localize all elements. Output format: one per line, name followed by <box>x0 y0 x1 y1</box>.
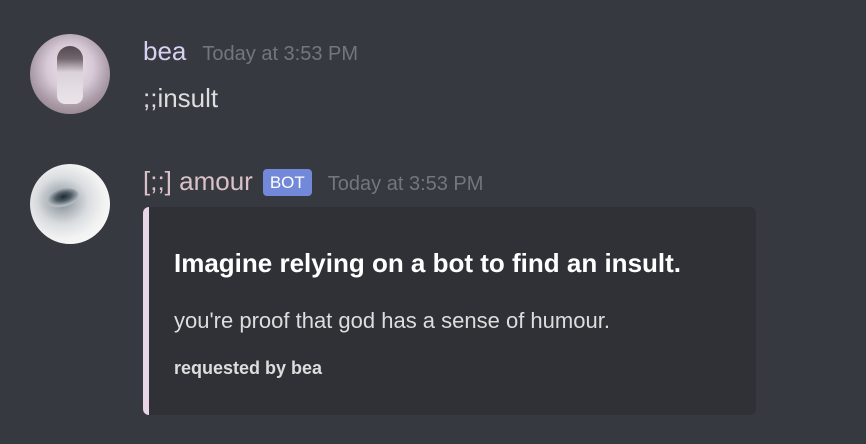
bot-tag: BOT <box>262 169 312 196</box>
timestamp[interactable]: Today at 3:53 PM <box>328 172 484 196</box>
avatar-photo <box>57 46 83 104</box>
embed: Imagine relying on a bot to find an insu… <box>143 207 756 415</box>
avatar-eye-image <box>43 185 81 211</box>
embed-description: you're proof that god has a sense of hum… <box>174 308 610 333</box>
embed-title: Imagine relying on a bot to find an insu… <box>174 248 682 278</box>
message-header: [;;] amour BOT Today at 3:53 PM <box>143 166 483 198</box>
username[interactable]: bea <box>143 36 186 66</box>
message-content: ;;insult <box>143 83 219 113</box>
embed-footer: requested by bea <box>174 358 323 378</box>
username[interactable]: [;;] amour <box>143 166 253 196</box>
message-header: bea Today at 3:53 PM <box>143 36 358 66</box>
user-avatar[interactable] <box>30 34 110 114</box>
timestamp[interactable]: Today at 3:53 PM <box>202 42 358 66</box>
bot-avatar[interactable] <box>30 164 110 244</box>
